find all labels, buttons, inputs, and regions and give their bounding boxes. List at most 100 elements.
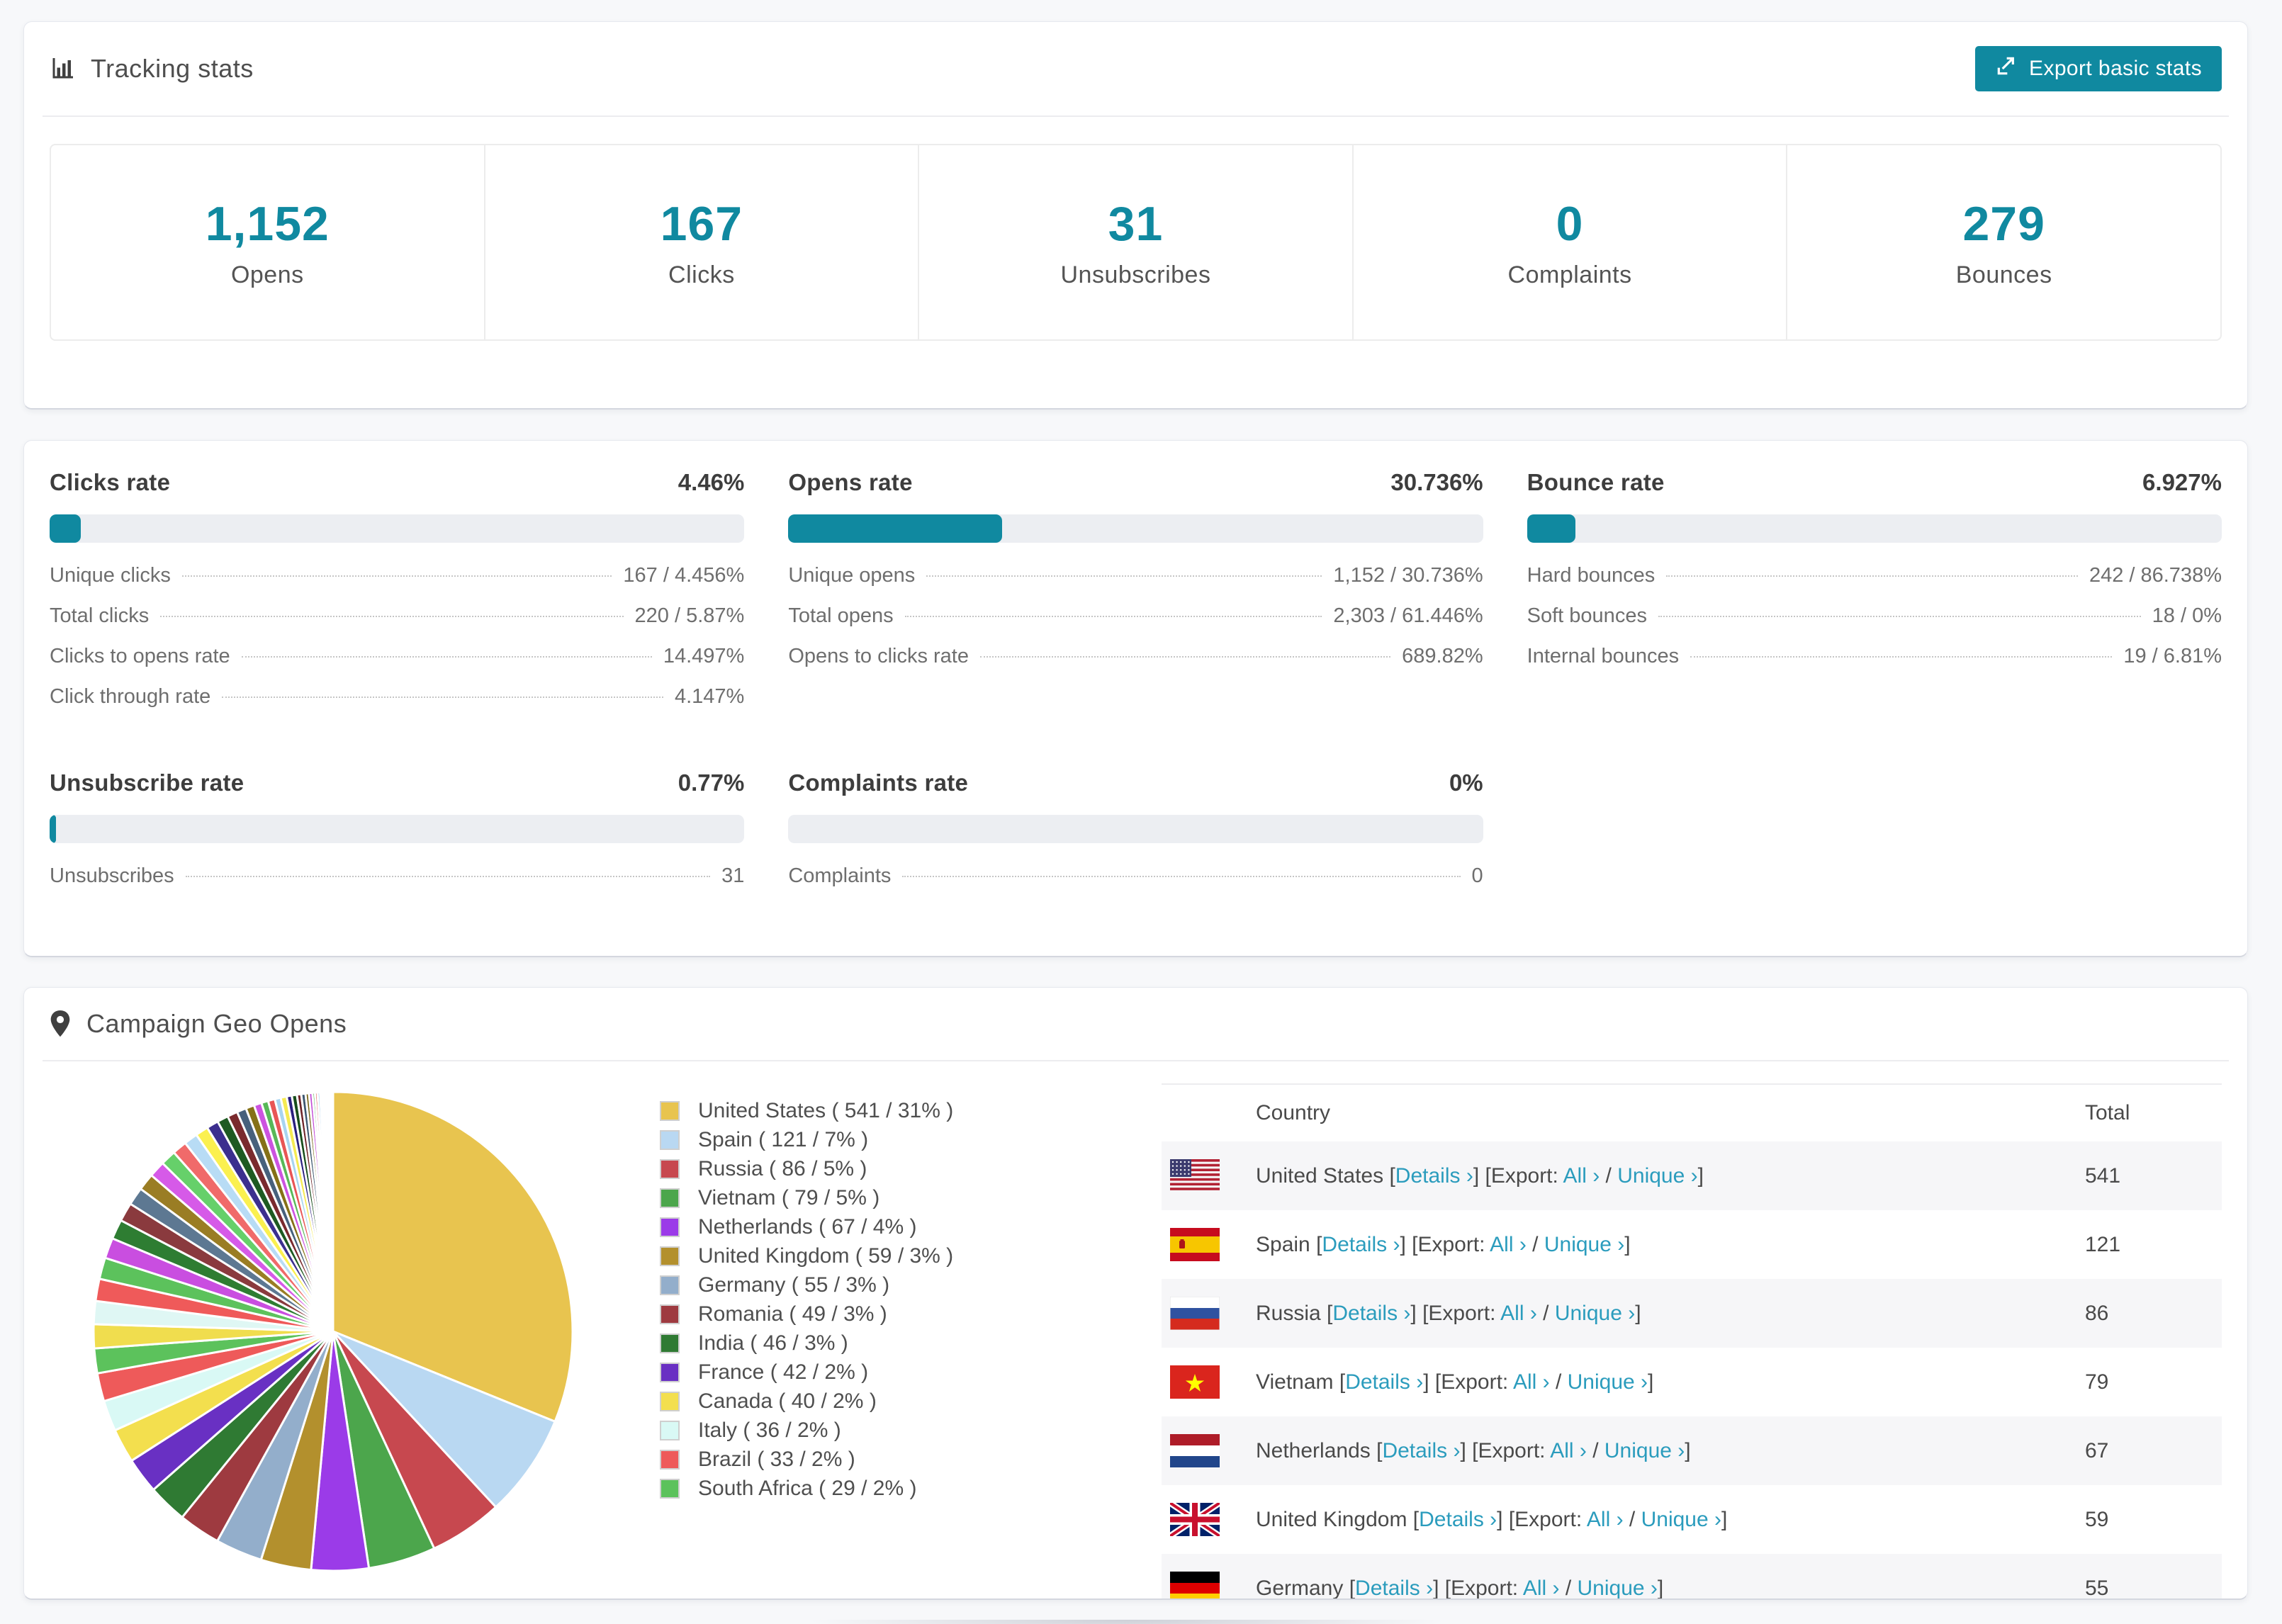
flag-vn-icon <box>1170 1365 1220 1399</box>
export-all-link[interactable]: All › <box>1500 1302 1537 1325</box>
country-name: Russia <box>1256 1301 1321 1325</box>
export-unique-link[interactable]: Unique › <box>1578 1577 1658 1599</box>
export-unique-link[interactable]: Unique › <box>1604 1439 1685 1462</box>
country-cell: United States [Details ›] [Export: All ›… <box>1256 1163 1704 1188</box>
details-link[interactable]: Details › <box>1382 1439 1460 1462</box>
complaints-rate-panel: Complaints rate 0% Complaints 0 <box>788 769 1483 905</box>
opens-rate-panel: Opens rate 30.736% Unique opens 1,152 / 3… <box>788 469 1483 726</box>
legend-swatch <box>660 1275 680 1295</box>
export-unique-link[interactable]: Unique › <box>1617 1164 1697 1188</box>
legend-swatch <box>660 1246 680 1266</box>
stat-opens-label: Opens <box>230 261 304 288</box>
country-cell: Spain [Details ›] [Export: All › / Uniqu… <box>1256 1232 1631 1256</box>
complaints-rate-value: 0% <box>1449 769 1483 796</box>
legend-label: Germany ( 55 / 3% ) <box>698 1273 890 1297</box>
stats-summary-row: 1,152 Opens 167 Clicks 31 Unsubscribes 0… <box>50 144 2222 341</box>
clicks-rate-bar <box>50 514 745 543</box>
legend-item: Brazil ( 33 / 2% ) <box>660 1445 993 1474</box>
export-unique-link[interactable]: Unique › <box>1544 1233 1624 1256</box>
details-link[interactable]: Details › <box>1355 1577 1433 1599</box>
rate-stat-row: Internal bounces 19 / 6.81% <box>1527 645 2222 667</box>
next-section-peek <box>702 1620 1552 1624</box>
details-link[interactable]: Details › <box>1332 1302 1410 1325</box>
opens-rate-bar <box>788 514 1483 543</box>
legend-item: South Africa ( 29 / 2% ) <box>660 1474 993 1503</box>
geo-table-row: United States [Details ›] [Export: All ›… <box>1162 1141 2222 1210</box>
details-link[interactable]: Details › <box>1395 1164 1473 1188</box>
total-cell: 541 <box>2085 1163 2121 1188</box>
legend-label: Brazil ( 33 / 2% ) <box>698 1447 855 1471</box>
opens-rate-bar-fill <box>788 514 1002 543</box>
total-cell: 67 <box>2085 1438 2109 1462</box>
total-cell: 121 <box>2085 1232 2121 1256</box>
pie-slice[interactable] <box>331 1090 335 1333</box>
legend-swatch <box>660 1333 680 1353</box>
geo-country-table: Country Total United States [Details ›] … <box>1162 1083 2222 1598</box>
stat-opens: 1,152 Opens <box>51 145 484 339</box>
legend-item: Vietnam ( 79 / 5% ) <box>660 1183 993 1212</box>
country-name: Spain <box>1256 1232 1310 1256</box>
export-all-link[interactable]: All › <box>1587 1508 1624 1531</box>
flag-us-icon <box>1170 1159 1220 1192</box>
unsubscribe-rate-bar-fill <box>50 815 56 843</box>
export-all-link[interactable]: All › <box>1563 1164 1600 1188</box>
country-column-header: Country <box>1256 1101 1331 1124</box>
stat-unsubscribes-value: 31 <box>1108 196 1164 251</box>
export-all-link[interactable]: All › <box>1490 1233 1527 1256</box>
bounce-rate-value: 6.927% <box>2142 469 2222 495</box>
country-cell: United Kingdom [Details ›] [Export: All … <box>1256 1507 1728 1531</box>
rate-stat-row: Unsubscribes 31 <box>50 864 745 887</box>
stat-complaints-value: 0 <box>1556 196 1584 251</box>
export-all-link[interactable]: All › <box>1523 1577 1560 1599</box>
export-unique-link[interactable]: Unique › <box>1641 1508 1721 1531</box>
flag-gb-icon <box>1170 1503 1220 1536</box>
flag-de-icon <box>1170 1572 1220 1598</box>
legend-swatch <box>660 1188 680 1208</box>
export-unique-link[interactable]: Unique › <box>1555 1302 1635 1325</box>
legend-swatch <box>660 1449 680 1470</box>
clicks-rate-title: Clicks rate <box>50 469 171 495</box>
country-cell: Russia [Details ›] [Export: All › / Uniq… <box>1256 1301 1641 1325</box>
country-name: Germany <box>1256 1576 1344 1599</box>
legend-label: Italy ( 36 / 2% ) <box>698 1418 841 1442</box>
bounce-rate-panel: Bounce rate 6.927% Hard bounces 242 / 86.… <box>1527 469 2222 726</box>
legend-label: Romania ( 49 / 3% ) <box>698 1302 887 1326</box>
legend-label: South Africa ( 29 / 2% ) <box>698 1476 917 1500</box>
legend-label: Russia ( 86 / 5% ) <box>698 1156 867 1180</box>
export-unique-link[interactable]: Unique › <box>1568 1370 1648 1394</box>
legend-swatch <box>660 1362 680 1382</box>
opens-rate-value: 30.736% <box>1390 469 1483 495</box>
total-cell: 86 <box>2085 1301 2109 1325</box>
rate-stat-row: Unique opens 1,152 / 30.736% <box>788 564 1483 587</box>
details-link[interactable]: Details › <box>1345 1370 1423 1394</box>
tracking-stats-card: Tracking stats Export basic stats 1,152 … <box>23 21 2248 410</box>
legend-swatch <box>660 1217 680 1237</box>
complaints-rate-title: Complaints rate <box>788 769 969 796</box>
clicks-rate-bar-fill <box>50 514 81 543</box>
export-all-link[interactable]: All › <box>1513 1370 1550 1394</box>
legend-label: Spain ( 121 / 7% ) <box>698 1127 869 1151</box>
country-name: Vietnam <box>1256 1370 1334 1394</box>
stat-bounces-value: 279 <box>1962 196 2045 251</box>
export-icon <box>1995 55 2018 83</box>
total-cell: 55 <box>2085 1576 2109 1599</box>
legend-item: Romania ( 49 / 3% ) <box>660 1299 993 1329</box>
details-link[interactable]: Details › <box>1419 1508 1497 1531</box>
opens-rate-title: Opens rate <box>788 469 913 495</box>
flag-nl-icon <box>1170 1434 1220 1467</box>
legend-label: India ( 46 / 3% ) <box>698 1331 848 1355</box>
campaign-geo-opens-card: Campaign Geo Opens United States ( 541 /… <box>23 987 2248 1600</box>
geo-table-header: Country Total <box>1162 1085 2222 1141</box>
tracking-stats-title-text: Tracking stats <box>91 54 254 83</box>
rate-stat-row: Hard bounces 242 / 86.738% <box>1527 564 2222 587</box>
rate-stat-row: Click through rate 4.147% <box>50 685 745 708</box>
campaign-geo-opens-title-text: Campaign Geo Opens <box>86 1009 347 1038</box>
export-basic-stats-button[interactable]: Export basic stats <box>1975 46 2222 91</box>
details-link[interactable]: Details › <box>1322 1233 1400 1256</box>
legend-item: France ( 42 / 2% ) <box>660 1358 993 1387</box>
export-button-label: Export basic stats <box>2029 57 2202 80</box>
rate-stat-row: Opens to clicks rate 689.82% <box>788 645 1483 667</box>
export-all-link[interactable]: All › <box>1550 1439 1587 1462</box>
country-cell: Vietnam [Details ›] [Export: All › / Uni… <box>1256 1370 1654 1394</box>
pie-legend: United States ( 541 / 31% ) Spain ( 121 /… <box>660 1096 993 1503</box>
